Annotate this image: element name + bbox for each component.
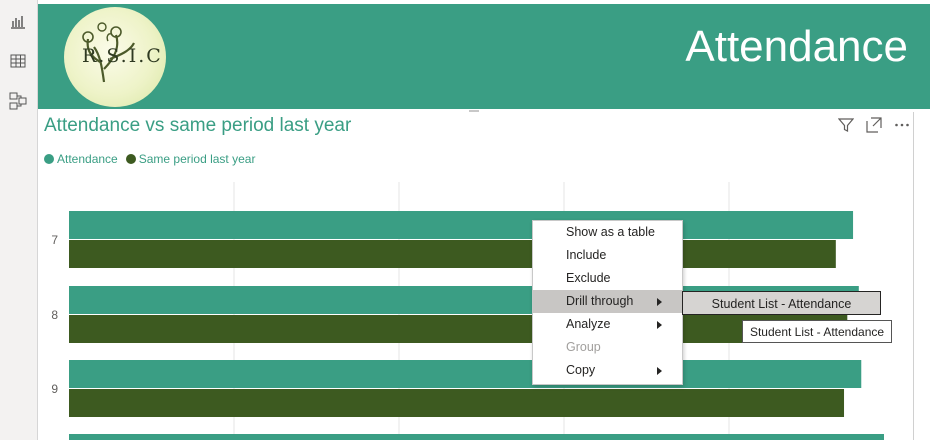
menu-item-label: Show as a table	[566, 225, 655, 239]
menu-item-label: Group	[566, 340, 601, 354]
report-header: R.S.I.C Attendance	[38, 4, 930, 109]
chevron-right-icon	[657, 298, 662, 306]
menu-item-show-as-a-table[interactable]: Show as a table	[533, 221, 682, 244]
submenu-student-list-attendance[interactable]: Student List - Attendance	[682, 291, 881, 315]
visual-title: Attendance vs same period last year	[44, 115, 352, 136]
bar-attendance-cropped[interactable]	[69, 434, 884, 440]
report-view-icon[interactable]	[8, 12, 28, 32]
context-menu: Show as a table Include Exclude Drill throu…	[532, 220, 683, 385]
page-title: Attendance	[685, 22, 908, 71]
menu-item-label: Copy	[566, 363, 596, 377]
chart-visual[interactable]: Attendance vs same period last year Atte…	[38, 112, 914, 440]
logo-text: R.S.I.C	[82, 45, 163, 67]
menu-item-group: Group	[533, 336, 682, 359]
menu-item-drill-through[interactable]: Drill through	[533, 290, 682, 313]
more-options-icon[interactable]	[893, 116, 911, 134]
model-icon[interactable]	[8, 91, 28, 111]
menu-item-analyze[interactable]: Analyze	[533, 313, 682, 336]
legend-label-last-year: Same period last year	[138, 152, 256, 166]
visual-toolbar	[837, 116, 911, 134]
legend-item-attendance[interactable]: Attendance	[44, 152, 118, 166]
menu-item-label: Drill through	[566, 294, 634, 308]
menu-item-exclude[interactable]: Exclude	[533, 267, 682, 290]
y-tick-label: 8	[51, 308, 58, 322]
y-tick-label: 9	[51, 382, 58, 396]
legend-label-attendance: Attendance	[57, 152, 118, 166]
focus-mode-icon[interactable]	[865, 116, 883, 134]
bar-last-year-8[interactable]	[69, 315, 848, 343]
tooltip: Student List - Attendance	[742, 320, 892, 343]
chart-legend: Attendance Same period last year	[44, 152, 255, 166]
filter-icon[interactable]	[837, 116, 855, 134]
menu-item-label: Exclude	[566, 271, 611, 285]
menu-item-label: Analyze	[566, 317, 611, 331]
menu-item-copy[interactable]: Copy	[533, 359, 682, 382]
bar-last-year-7[interactable]	[69, 240, 836, 268]
bar-attendance-7[interactable]	[69, 211, 854, 239]
table-icon[interactable]	[8, 51, 28, 71]
bar-last-year-9[interactable]	[69, 389, 845, 417]
menu-item-label: Include	[566, 248, 607, 262]
chevron-right-icon	[657, 367, 662, 375]
left-nav-rail	[0, 0, 38, 440]
chevron-right-icon	[657, 321, 662, 329]
y-tick-label: 7	[51, 233, 58, 247]
legend-dot-attendance	[44, 154, 54, 164]
menu-item-include[interactable]: Include	[533, 244, 682, 267]
legend-dot-last-year	[125, 154, 136, 164]
rsic-logo: R.S.I.C	[64, 7, 166, 107]
bar-attendance-9[interactable]	[69, 360, 862, 388]
legend-item-last-year[interactable]: Same period last year	[125, 152, 256, 166]
